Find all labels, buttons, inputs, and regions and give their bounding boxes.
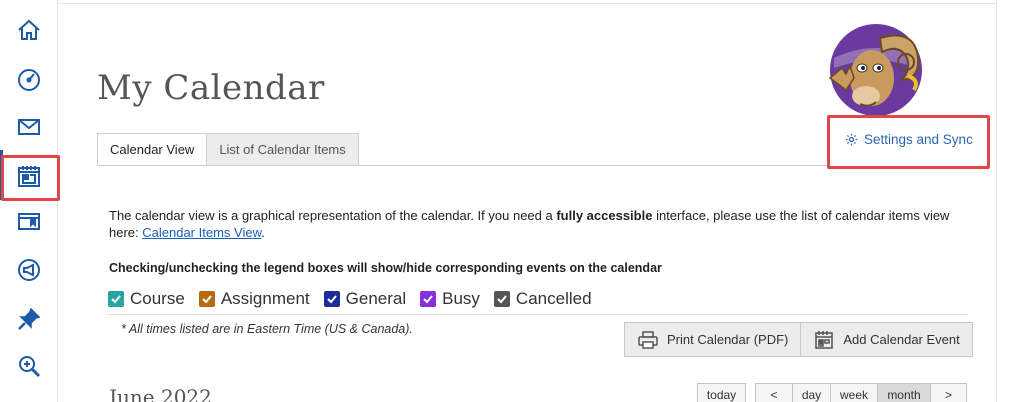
nav-home[interactable] [0, 7, 58, 53]
pin-icon [18, 307, 41, 330]
check-icon [497, 295, 507, 304]
nav-dashboard[interactable] [0, 56, 58, 102]
nav-calendar-highlight [1, 155, 60, 201]
event-legend: Course Assignment General Busy Cancelled [108, 289, 592, 309]
timezone-note: * All times listed are in Eastern Time (… [121, 322, 413, 336]
calendar-items-view-link[interactable]: Calendar Items View [142, 225, 261, 240]
calendar-add-icon [815, 330, 834, 349]
check-icon [202, 295, 212, 304]
megaphone-icon [18, 259, 40, 281]
today-button[interactable]: today [697, 383, 746, 402]
legend-item-cancelled[interactable]: Cancelled [493, 289, 592, 309]
legend-item-assignment[interactable]: Assignment [198, 289, 310, 309]
next-button[interactable]: > [930, 383, 967, 402]
add-calendar-event-label: Add Calendar Event [843, 332, 960, 347]
view-month-button[interactable]: month [877, 383, 931, 402]
legend-instructions: Checking/unchecking the legend boxes wil… [109, 261, 662, 275]
envelope-icon [18, 119, 40, 135]
scrollbar-track[interactable] [996, 0, 1010, 402]
checkbox-course[interactable] [108, 291, 124, 307]
legend-label: General [345, 289, 407, 308]
print-calendar-button[interactable]: Print Calendar (PDF) [624, 322, 802, 357]
nav-library[interactable] [0, 198, 58, 244]
settings-and-sync-button[interactable]: Settings and Sync [845, 132, 973, 147]
checkbox-general[interactable] [323, 291, 340, 307]
nav-announcements[interactable] [0, 247, 58, 293]
legend-label: Assignment [220, 289, 310, 308]
description-bold: fully accessible [556, 208, 653, 223]
printer-icon [638, 330, 658, 349]
book-icon [18, 213, 40, 230]
view-tabs: Calendar View List of Calendar Items [97, 133, 359, 166]
settings-and-sync-label: Settings and Sync [864, 132, 973, 147]
home-icon [18, 19, 40, 40]
legend-item-general[interactable]: General [323, 289, 407, 309]
description-end: . [261, 225, 265, 240]
left-nav [0, 0, 58, 402]
ram-mascot-logo [828, 24, 922, 116]
tab-list-of-calendar-items[interactable]: List of Calendar Items [207, 133, 359, 166]
tab-calendar-view[interactable]: Calendar View [97, 133, 208, 166]
prev-button[interactable]: < [755, 383, 793, 402]
nav-search[interactable] [0, 343, 58, 389]
top-rule [58, 0, 996, 4]
description-text: The calendar view is a graphical represe… [109, 208, 557, 223]
calendar-description: The calendar view is a graphical represe… [109, 207, 969, 241]
legend-label: Course [130, 289, 185, 308]
checkbox-assignment[interactable] [198, 291, 215, 307]
add-calendar-event-button[interactable]: Add Calendar Event [801, 322, 973, 357]
speedometer-icon [18, 69, 40, 91]
page-title: My Calendar [97, 68, 325, 108]
legend-label: Cancelled [515, 289, 592, 308]
check-icon [326, 295, 337, 304]
legend-item-course[interactable]: Course [108, 289, 185, 309]
check-icon [423, 295, 433, 304]
legend-item-busy[interactable]: Busy [420, 289, 480, 309]
calendar-actions: Print Calendar (PDF) Add Calendar Event [624, 322, 973, 357]
zoom-in-icon [19, 356, 41, 378]
print-calendar-label: Print Calendar (PDF) [667, 332, 789, 347]
legend-label: Busy [442, 289, 480, 308]
current-month-label: June 2022 [109, 385, 212, 402]
nav-pins[interactable] [0, 296, 58, 342]
checkbox-busy[interactable] [420, 291, 437, 307]
gear-icon [845, 133, 858, 146]
checkbox-cancelled[interactable] [493, 291, 510, 307]
nav-mail[interactable] [0, 104, 58, 150]
check-icon [111, 295, 121, 304]
legend-divider [108, 314, 968, 315]
view-week-button[interactable]: week [830, 383, 878, 402]
view-day-button[interactable]: day [792, 383, 831, 402]
